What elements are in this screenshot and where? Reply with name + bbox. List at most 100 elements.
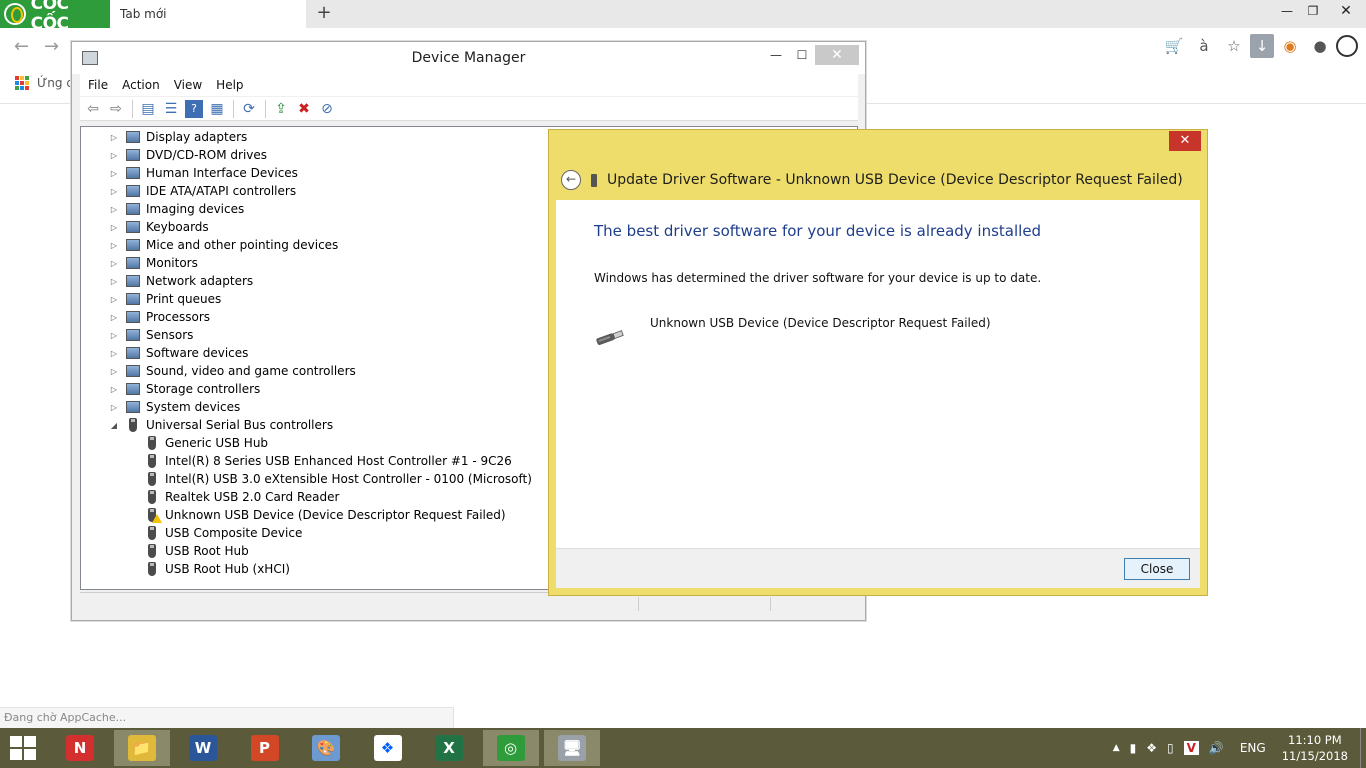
- tree-category-row[interactable]: ▷ Display adapters: [109, 128, 247, 146]
- vietkey-icon[interactable]: V: [1183, 741, 1199, 755]
- battery-icon[interactable]: ▯: [1167, 741, 1174, 755]
- tree-device-row[interactable]: USB Root Hub (xHCI): [144, 560, 290, 578]
- minimize-icon[interactable]: —: [1274, 0, 1300, 22]
- expand-arrow-icon[interactable]: ▷: [109, 223, 119, 232]
- tree-category-row[interactable]: ◢ Universal Serial Bus controllers: [109, 416, 333, 434]
- restore-icon[interactable]: ❐: [1300, 0, 1326, 22]
- tree-category-row[interactable]: ▷ Human Interface Devices: [109, 164, 298, 182]
- back-arrow-icon[interactable]: ←: [561, 170, 581, 190]
- tree-category-row[interactable]: ▷ Keyboards: [109, 218, 209, 236]
- extension-icon[interactable]: ◉: [1276, 32, 1304, 60]
- menu-action[interactable]: Action: [122, 78, 160, 92]
- dropbox-tray-icon[interactable]: ❖: [1146, 741, 1157, 755]
- expand-arrow-icon[interactable]: ▷: [109, 187, 119, 196]
- tab-new-tab[interactable]: Tab mới: [110, 0, 306, 28]
- tree-category-row[interactable]: ▷ Network adapters: [109, 272, 253, 290]
- windows-start-icon[interactable]: [10, 736, 38, 760]
- expand-arrow-icon[interactable]: ▷: [109, 403, 119, 412]
- language-indicator[interactable]: ENG: [1240, 741, 1266, 755]
- close-icon[interactable]: ✕: [815, 45, 859, 65]
- taskbar-app-powerpoint[interactable]: P: [237, 730, 293, 766]
- menu-file[interactable]: File: [88, 78, 108, 92]
- tree-category-row[interactable]: ▷ System devices: [109, 398, 240, 416]
- tree-device-row[interactable]: USB Composite Device: [144, 524, 302, 542]
- tree-device-row[interactable]: Intel(R) 8 Series USB Enhanced Host Cont…: [144, 452, 512, 470]
- back-arrow-icon[interactable]: ←: [14, 36, 29, 57]
- collapse-arrow-icon[interactable]: ◢: [109, 421, 119, 430]
- forward-arrow-icon[interactable]: →: [44, 36, 59, 57]
- tree-category-row[interactable]: ▷ Monitors: [109, 254, 198, 272]
- expand-arrow-icon[interactable]: ▷: [109, 349, 119, 358]
- menu-help[interactable]: Help: [216, 78, 243, 92]
- tree-category-row[interactable]: ▷ Software devices: [109, 344, 248, 362]
- expand-arrow-icon[interactable]: ▷: [109, 313, 119, 322]
- signal-icon[interactable]: ▮: [1130, 741, 1137, 755]
- taskbar-app-device-manager[interactable]: 🖥: [544, 730, 600, 766]
- disable-device-icon[interactable]: ⊘: [318, 100, 336, 118]
- expand-arrow-icon[interactable]: ▷: [109, 277, 119, 286]
- tree-category-row[interactable]: ▷ Mice and other pointing devices: [109, 236, 338, 254]
- taskbar-app-excel[interactable]: X: [421, 730, 477, 766]
- tree-category-row[interactable]: ▷ Sound, video and game controllers: [109, 362, 356, 380]
- tree-category-row[interactable]: ▷ Storage controllers: [109, 380, 260, 398]
- account-icon[interactable]: ●: [1306, 32, 1334, 60]
- tree-category-row[interactable]: ▷ Processors: [109, 308, 210, 326]
- expand-arrow-icon[interactable]: ▷: [109, 169, 119, 178]
- update-driver-icon[interactable]: ⇪: [272, 100, 290, 118]
- taskbar-app-coccoc[interactable]: ◎: [482, 730, 539, 766]
- uninstall-icon[interactable]: ✖: [295, 100, 313, 118]
- tree-category-row[interactable]: ▷ Imaging devices: [109, 200, 244, 218]
- tree-device-row[interactable]: Generic USB Hub: [144, 434, 268, 452]
- tree-device-row[interactable]: Intel(R) USB 3.0 eXtensible Host Control…: [144, 470, 532, 488]
- coccoc-logo[interactable]: CỐC CỐC: [0, 0, 110, 34]
- expand-arrow-icon[interactable]: ▷: [109, 367, 119, 376]
- apps-bookmark-label[interactable]: Ứng d: [37, 76, 74, 90]
- tree-category-row[interactable]: ▷ Sensors: [109, 326, 193, 344]
- maximize-icon[interactable]: ☐: [789, 45, 815, 65]
- volume-icon[interactable]: 🔊: [1209, 741, 1224, 755]
- taskbar-app-file-explorer[interactable]: 📁: [113, 730, 170, 766]
- expand-arrow-icon[interactable]: ▷: [109, 295, 119, 304]
- help-icon[interactable]: ?: [185, 99, 203, 118]
- expand-arrow-icon[interactable]: ▷: [109, 151, 119, 160]
- tree-device-row[interactable]: Realtek USB 2.0 Card Reader: [144, 488, 339, 506]
- taskbar-app-paint[interactable]: 🎨: [298, 730, 354, 766]
- monitor-icon-shape: [126, 257, 140, 269]
- tree-device-row[interactable]: USB Root Hub: [144, 542, 249, 560]
- forward-icon[interactable]: ⇨: [107, 100, 125, 118]
- expand-arrow-icon[interactable]: ▷: [109, 241, 119, 250]
- translate-icon[interactable]: à: [1190, 32, 1218, 60]
- device-manager-titlebar[interactable]: Device Manager — ☐ ✕: [72, 42, 865, 74]
- tree-category-row[interactable]: ▷ IDE ATA/ATAPI controllers: [109, 182, 296, 200]
- back-icon[interactable]: ⇦: [84, 100, 102, 118]
- show-desktop-button[interactable]: [1360, 728, 1366, 768]
- expand-arrow-icon[interactable]: ▷: [109, 205, 119, 214]
- dialog-close-icon[interactable]: ✕: [1169, 131, 1201, 151]
- close-icon[interactable]: ✕: [1326, 0, 1366, 22]
- clock[interactable]: 11:10 PM 11/15/2018: [1282, 732, 1348, 764]
- new-tab-button[interactable]: +: [314, 3, 334, 23]
- menu-ring-icon[interactable]: [1336, 35, 1358, 57]
- tray-overflow-icon[interactable]: ▲: [1113, 743, 1120, 753]
- tree-device-row-warning[interactable]: Unknown USB Device (Device Descriptor Re…: [144, 506, 506, 524]
- expand-arrow-icon[interactable]: ▷: [109, 385, 119, 394]
- cart-icon[interactable]: 🛒: [1160, 32, 1188, 60]
- list-icon[interactable]: ☰: [162, 100, 180, 118]
- bookmark-star-icon[interactable]: ☆: [1220, 32, 1248, 60]
- expand-arrow-icon[interactable]: ▷: [109, 133, 119, 142]
- expand-arrow-icon[interactable]: ▷: [109, 259, 119, 268]
- close-button[interactable]: Close: [1124, 558, 1190, 580]
- taskbar-app-word[interactable]: W: [175, 730, 231, 766]
- taskbar-app-dropbox[interactable]: ❖: [360, 730, 416, 766]
- view-icon[interactable]: ▦: [208, 100, 226, 118]
- tree-category-row[interactable]: ▷ Print queues: [109, 290, 221, 308]
- tree-category-row[interactable]: ▷ DVD/CD-ROM drives: [109, 146, 267, 164]
- expand-arrow-icon[interactable]: ▷: [109, 331, 119, 340]
- minimize-icon[interactable]: —: [763, 45, 789, 65]
- menu-view[interactable]: View: [174, 78, 202, 92]
- properties-icon[interactable]: ▤: [139, 100, 157, 118]
- apps-grid-icon[interactable]: [15, 76, 29, 90]
- scan-hardware-icon[interactable]: ⟳: [240, 100, 258, 118]
- download-icon[interactable]: ↓: [1250, 34, 1274, 58]
- taskbar-app-unikey[interactable]: N: [52, 730, 108, 766]
